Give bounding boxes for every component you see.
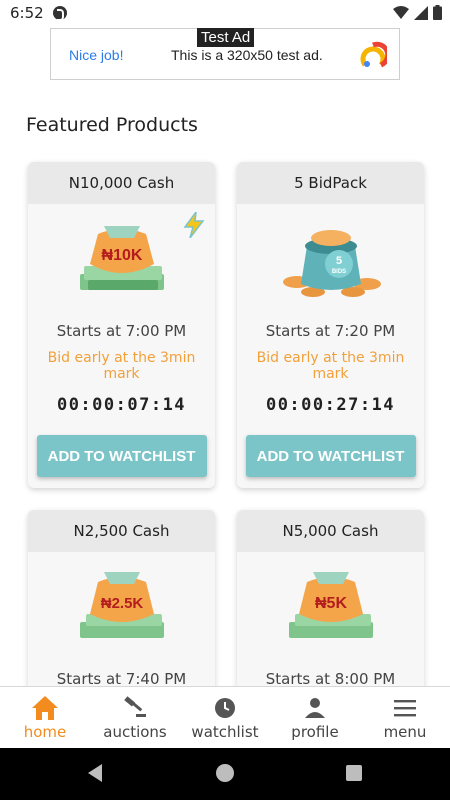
- bag-label: ₦2.5K: [101, 595, 144, 612]
- product-card[interactable]: 5 BidPack 5 BIDS Starts at 7:20 PM Bid e…: [237, 162, 424, 488]
- app-notification-icon: [53, 6, 67, 21]
- bag-label: ₦5K: [315, 595, 347, 612]
- bottom-nav: home auctions watchlist profile menu: [0, 686, 450, 748]
- product-card[interactable]: N5,000 Cash ₦5K Starts at 8:00 PM: [237, 510, 424, 710]
- add-to-watchlist-button[interactable]: ADD TO WATCHLIST: [36, 435, 207, 477]
- product-card[interactable]: N10,000 Cash ₦10K Starts at 7:00 PM Bid …: [28, 162, 215, 488]
- nav-item-watchlist[interactable]: watchlist: [180, 687, 270, 748]
- product-card[interactable]: N2,500 Cash ₦2.5K Starts at 7:40 PM: [28, 510, 215, 710]
- status-time: 6:52: [10, 4, 44, 22]
- ad-text[interactable]: This is a 320x50 test ad.: [171, 47, 323, 63]
- start-time: Starts at 7:20 PM: [265, 322, 396, 340]
- pot-sublabel: BIDS: [332, 269, 346, 275]
- product-title: N5,000 Cash: [237, 510, 424, 552]
- home-button-icon[interactable]: [216, 764, 234, 782]
- person-icon: [304, 695, 326, 721]
- product-title: 5 BidPack: [237, 162, 424, 204]
- pot-count: 5: [336, 255, 342, 267]
- lightning-icon: [183, 212, 205, 238]
- nav-item-home[interactable]: home: [0, 687, 90, 748]
- status-bar: 6:52: [0, 0, 450, 26]
- signal-icon: [414, 5, 428, 20]
- battery-icon: [433, 5, 442, 20]
- back-icon[interactable]: [86, 763, 104, 783]
- nav-label: watchlist: [191, 722, 259, 741]
- money-bag-icon: ₦2.5K: [80, 572, 164, 638]
- bid-hint: Bid early at the 3min mark: [256, 350, 405, 382]
- wifi-icon: [393, 5, 409, 19]
- system-nav-bar: [0, 748, 450, 800]
- bag-label: ₦10K: [102, 247, 143, 264]
- nav-label: profile: [291, 722, 339, 741]
- ad-banner[interactable]: Test Ad Nice job! This is a 320x50 test …: [50, 28, 400, 80]
- coin-pot-icon: 5 BIDS: [283, 230, 381, 297]
- start-time: Starts at 7:00 PM: [56, 322, 187, 340]
- gavel-icon: [122, 695, 148, 721]
- home-icon: [31, 695, 59, 721]
- clock-icon: [213, 695, 237, 721]
- add-to-watchlist-button[interactable]: ADD TO WATCHLIST: [245, 435, 416, 477]
- ad-label: Test Ad: [197, 28, 255, 47]
- money-bag-icon: ₦5K: [289, 572, 373, 638]
- countdown-timer: 00:00:07:14: [56, 395, 187, 415]
- nav-label: home: [23, 722, 67, 741]
- nav-label: auctions: [103, 722, 167, 741]
- menu-icon: [394, 695, 416, 721]
- nav-item-menu[interactable]: menu: [360, 687, 450, 748]
- nav-label: menu: [383, 722, 427, 741]
- product-image: ₦5K: [237, 552, 424, 654]
- app-screen: 6:52 Test Ad Nice job! This is a 320x50 …: [0, 0, 450, 800]
- recent-apps-icon[interactable]: [346, 765, 362, 781]
- section-title: Featured Products: [26, 114, 198, 136]
- bid-hint: Bid early at the 3min mark: [47, 350, 196, 382]
- status-icons: [393, 5, 442, 20]
- product-title: N2,500 Cash: [28, 510, 215, 552]
- product-title: N10,000 Cash: [28, 162, 215, 204]
- countdown-timer: 00:00:27:14: [265, 395, 396, 415]
- nav-item-auctions[interactable]: auctions: [90, 687, 180, 748]
- product-image: 5 BIDS: [237, 204, 424, 306]
- nav-item-profile[interactable]: profile: [270, 687, 360, 748]
- product-image: ₦2.5K: [28, 552, 215, 654]
- product-image: ₦10K: [28, 204, 215, 306]
- ad-headline[interactable]: Nice job!: [69, 47, 123, 63]
- ad-logo-icon: [360, 41, 387, 68]
